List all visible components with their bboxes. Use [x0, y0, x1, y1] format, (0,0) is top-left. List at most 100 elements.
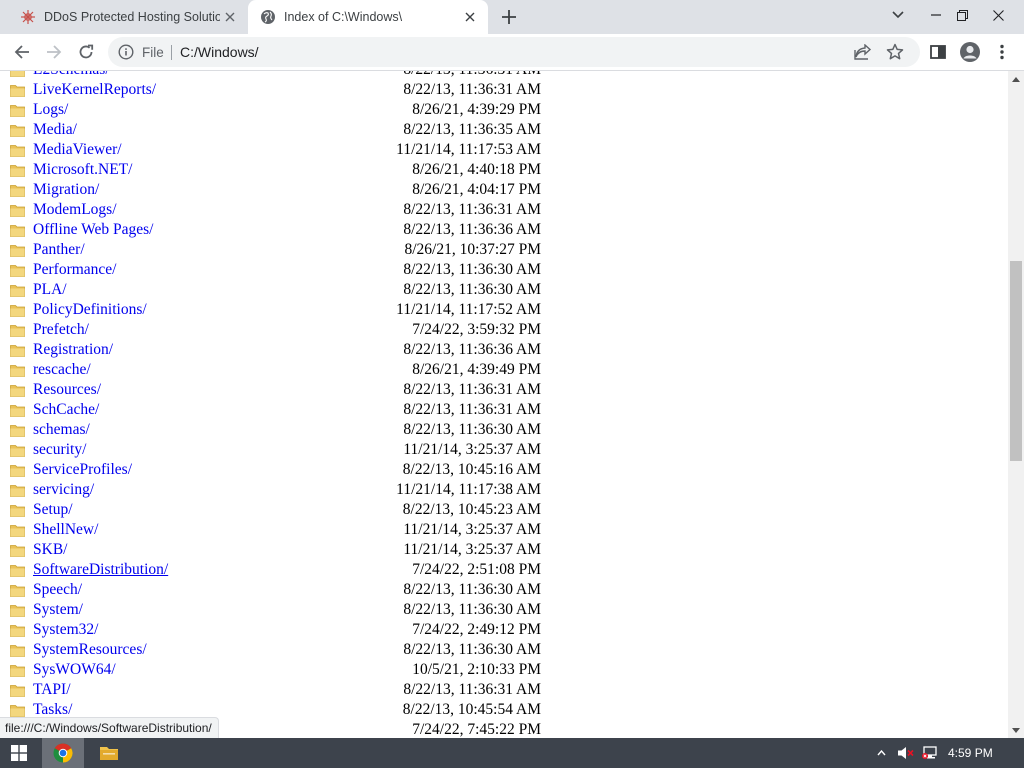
modified-date: 8/22/13, 11:36:31 AM — [403, 681, 541, 698]
folder-link[interactable]: SoftwareDistribution/ — [33, 560, 168, 580]
speaker-muted-icon[interactable] — [896, 738, 916, 768]
network-icon[interactable] — [920, 738, 940, 768]
listing-row: schemas/8/22/13, 11:36:30 AM — [0, 420, 1008, 440]
reload-button[interactable] — [73, 39, 99, 65]
modified-date: 8/26/21, 4:39:49 PM — [412, 361, 541, 378]
folder-icon — [10, 483, 25, 497]
scroll-thumb[interactable] — [1010, 261, 1022, 461]
folder-link[interactable]: Logs/ — [33, 100, 68, 120]
folder-icon — [10, 223, 25, 237]
forward-button[interactable] — [41, 39, 67, 65]
folder-icon — [10, 543, 25, 557]
modified-date: 8/22/13, 11:36:30 AM — [403, 261, 541, 278]
folder-link[interactable]: Registration/ — [33, 340, 113, 360]
url-text[interactable]: C:/Windows/ — [180, 44, 259, 60]
folder-icon — [10, 71, 25, 77]
modified-date: 8/22/13, 11:36:30 AM — [403, 641, 541, 658]
folder-link[interactable]: PolicyDefinitions/ — [33, 300, 147, 320]
folder-link[interactable]: Media/ — [33, 120, 77, 140]
back-button[interactable] — [9, 39, 35, 65]
listing-row: Performance/8/22/13, 11:36:30 AM — [0, 260, 1008, 280]
folder-link[interactable]: Migration/ — [33, 180, 99, 200]
ddos-site-favicon — [20, 9, 36, 25]
folder-link[interactable]: L2Schemas/ — [33, 71, 110, 80]
folder-link[interactable]: Panther/ — [33, 240, 85, 260]
close-window-button[interactable] — [982, 0, 1014, 30]
listing-row: ShellNew/11/21/14, 3:25:37 AM — [0, 520, 1008, 540]
listing-row: System32/7/24/22, 2:49:12 PM — [0, 620, 1008, 640]
browser-toolbar: File C:/Windows/ — [0, 34, 1024, 71]
address-bar[interactable]: File C:/Windows/ — [108, 37, 920, 67]
folder-link[interactable]: rescache/ — [33, 360, 91, 380]
folder-link[interactable]: ShellNew/ — [33, 520, 98, 540]
status-url-bubble: file:///C:/Windows/SoftwareDistribution/ — [0, 717, 219, 738]
modified-date: 8/22/13, 10:45:23 AM — [402, 501, 541, 518]
chrome-taskbar-button[interactable] — [42, 738, 84, 768]
listing-row: SysWOW64/10/5/21, 2:10:33 PM — [0, 660, 1008, 680]
folder-link[interactable]: System32/ — [33, 620, 98, 640]
scroll-down-arrow[interactable] — [1008, 722, 1024, 738]
folder-link[interactable]: System/ — [33, 600, 83, 620]
folder-link[interactable]: ServiceProfiles/ — [33, 460, 132, 480]
close-icon[interactable] — [460, 7, 480, 27]
folder-icon — [10, 323, 25, 337]
restore-icon — [956, 9, 968, 21]
modified-date: 8/22/13, 11:36:36 AM — [403, 341, 541, 358]
folder-link[interactable]: Offline Web Pages/ — [33, 220, 153, 240]
folder-link[interactable]: SysWOW64/ — [33, 660, 116, 680]
folder-link[interactable]: Resources/ — [33, 380, 101, 400]
folder-link[interactable]: schemas/ — [33, 420, 90, 440]
minimize-icon — [931, 14, 941, 16]
scroll-up-arrow[interactable] — [1008, 71, 1024, 87]
chevron-up-icon[interactable] — [873, 738, 889, 768]
menu-button[interactable] — [989, 39, 1015, 65]
tab-search-button[interactable] — [882, 0, 914, 30]
folder-link[interactable]: PLA/ — [33, 280, 67, 300]
listing-row: Panther/8/26/21, 10:37:27 PM — [0, 240, 1008, 260]
folder-icon — [10, 603, 25, 617]
listing-row: SKB/11/21/14, 3:25:37 AM — [0, 540, 1008, 560]
folder-link[interactable]: Microsoft.NET/ — [33, 160, 132, 180]
modified-date: 8/22/13, 11:36:36 AM — [403, 221, 541, 238]
folder-link[interactable]: security/ — [33, 440, 86, 460]
bookmark-star-icon[interactable] — [886, 43, 904, 61]
listing-row: Offline Web Pages/8/22/13, 11:36:36 AM — [0, 220, 1008, 240]
folder-link[interactable]: Prefetch/ — [33, 320, 89, 340]
vertical-scrollbar[interactable] — [1008, 71, 1024, 738]
side-panel-button[interactable] — [925, 39, 951, 65]
folder-link[interactable]: Speech/ — [33, 580, 82, 600]
folder-link[interactable]: Setup/ — [33, 500, 73, 520]
listing-row: PolicyDefinitions/11/21/14, 11:17:52 AM — [0, 300, 1008, 320]
folder-link[interactable]: MediaViewer/ — [33, 140, 122, 160]
folder-link[interactable]: SchCache/ — [33, 400, 99, 420]
folder-link[interactable]: TAPI/ — [33, 680, 71, 700]
profile-button[interactable] — [957, 39, 983, 65]
new-tab-button[interactable] — [498, 6, 520, 28]
start-button[interactable] — [0, 738, 38, 768]
modified-date: 10/5/21, 2:10:33 PM — [412, 661, 541, 678]
info-icon[interactable] — [118, 44, 134, 60]
taskbar-clock[interactable]: 4:59 PM — [948, 746, 993, 760]
tab-index-of-windows[interactable]: Index of C:\Windows\ — [248, 0, 488, 34]
folder-link[interactable]: ModemLogs/ — [33, 200, 117, 220]
modified-date: 7/24/22, 2:51:08 PM — [412, 561, 541, 578]
folder-link[interactable]: servicing/ — [33, 480, 94, 500]
folder-icon — [10, 583, 25, 597]
listing-row: ModemLogs/8/22/13, 11:36:31 AM — [0, 200, 1008, 220]
folder-icon — [10, 663, 25, 677]
restore-button[interactable] — [946, 0, 978, 30]
page-content: L2Schemas/8/22/13, 11:36:31 AM LiveKernel… — [0, 71, 1008, 738]
modified-date: 7/24/22, 2:49:12 PM — [412, 621, 541, 638]
modified-date: 11/21/14, 3:25:37 AM — [403, 521, 541, 538]
folder-link[interactable]: SystemResources/ — [33, 640, 147, 660]
modified-date: 8/26/21, 4:39:29 PM — [412, 101, 541, 118]
tab-ddos-hosting[interactable]: DDoS Protected Hosting Solution — [8, 0, 248, 34]
listing-row: Logs/8/26/21, 4:39:29 PM — [0, 100, 1008, 120]
folder-link[interactable]: LiveKernelReports/ — [33, 80, 156, 100]
listing-row: Prefetch/7/24/22, 3:59:32 PM — [0, 320, 1008, 340]
folder-link[interactable]: Performance/ — [33, 260, 117, 280]
share-icon[interactable] — [854, 43, 872, 60]
folder-link[interactable]: SKB/ — [33, 540, 67, 560]
file-explorer-taskbar-button[interactable] — [88, 738, 130, 768]
close-icon[interactable] — [220, 7, 240, 27]
